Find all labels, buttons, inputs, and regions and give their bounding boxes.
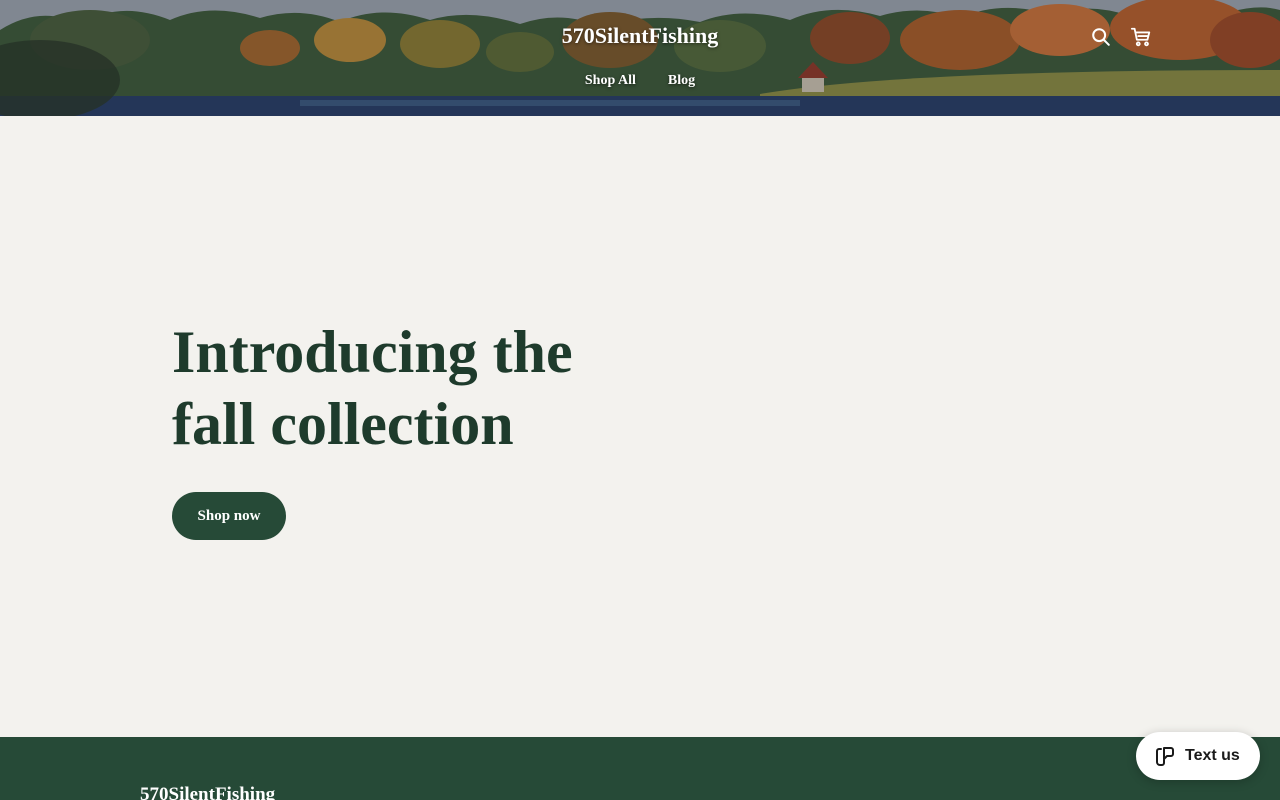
footer-site-title[interactable]: 570SilentFishing: [140, 784, 275, 800]
shop-now-button[interactable]: Shop now: [172, 492, 286, 540]
nav-link-blog[interactable]: Blog: [668, 73, 695, 89]
hero-heading: Introducing the fall collection: [172, 316, 692, 460]
nav-link-shop-all[interactable]: Shop All: [585, 73, 636, 89]
search-button[interactable]: [1090, 26, 1112, 48]
text-us-label: Text us: [1185, 747, 1240, 764]
search-icon: [1092, 28, 1110, 46]
chat-icon: [1153, 744, 1177, 768]
hero-heading-line: fall collection: [172, 391, 514, 457]
cart-button[interactable]: [1130, 26, 1152, 48]
text-us-button[interactable]: Text us: [1136, 732, 1260, 780]
site-footer: 570SilentFishing: [0, 737, 1280, 800]
header-overlay: [0, 0, 1280, 116]
cart-icon: [1130, 27, 1151, 47]
main-nav: Shop All Blog: [0, 73, 1280, 89]
site-header: 570SilentFishing Shop All Blog: [0, 0, 1280, 116]
site-title[interactable]: 570SilentFishing: [0, 23, 1280, 49]
hero-heading-line: Introducing the: [172, 319, 573, 385]
